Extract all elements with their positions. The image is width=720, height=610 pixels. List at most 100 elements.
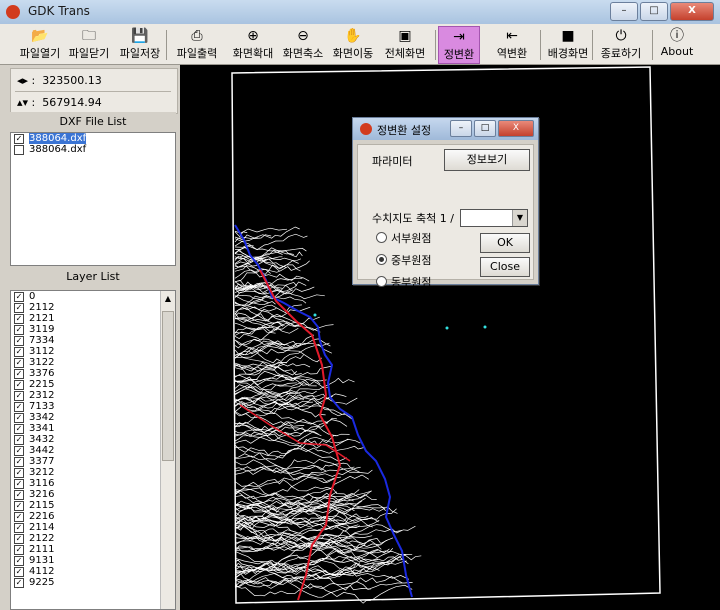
checkbox[interactable]: ✓ bbox=[14, 380, 24, 390]
maximize-button[interactable]: □ bbox=[640, 2, 668, 21]
toolbar-button-label: 파일저장 bbox=[119, 47, 161, 60]
checkbox[interactable]: ✓ bbox=[14, 314, 24, 324]
toolbar-button-2[interactable]: 💾 파일저장 bbox=[115, 26, 165, 62]
layer-item[interactable]: ✓ 2121 bbox=[11, 313, 175, 324]
origin-radio-2[interactable]: 동부원점 bbox=[376, 275, 431, 291]
toolbar-button-0[interactable]: 📂 파일열기 bbox=[18, 26, 62, 62]
checkbox[interactable]: ✓ bbox=[14, 512, 24, 522]
layer-item[interactable]: ✓ 2215 bbox=[11, 379, 175, 390]
toolbar-button-11[interactable]: ⏻ 종료하기 bbox=[597, 26, 645, 62]
layer-item[interactable]: ✓ 2114 bbox=[11, 522, 175, 533]
checkbox[interactable]: ✓ bbox=[14, 457, 24, 467]
layer-item[interactable]: ✓ 9225 bbox=[11, 577, 175, 588]
checkbox[interactable]: ✓ bbox=[14, 468, 24, 478]
checkbox[interactable] bbox=[14, 145, 24, 155]
layer-list-scrollbar[interactable]: ▲ bbox=[160, 291, 175, 609]
dxf-file-list[interactable]: ✓ 388064.dxf 388064.dxf bbox=[10, 132, 176, 266]
toolbar-button-8[interactable]: ⇥ 정변환 bbox=[438, 26, 480, 64]
layer-name: 3342 bbox=[29, 412, 55, 423]
checkbox[interactable]: ✓ bbox=[14, 479, 24, 489]
checkbox[interactable]: ✓ bbox=[14, 292, 24, 302]
checkbox[interactable]: ✓ bbox=[14, 556, 24, 566]
layer-item[interactable]: ✓ 3122 bbox=[11, 357, 175, 368]
layer-item[interactable]: ✓ 7133 bbox=[11, 401, 175, 412]
checkbox[interactable]: ✓ bbox=[14, 336, 24, 346]
toolbar-button-6[interactable]: ✋ 화면이동 bbox=[329, 26, 377, 62]
checkbox[interactable]: ✓ bbox=[14, 578, 24, 588]
layer-item[interactable]: ✓ 3116 bbox=[11, 478, 175, 489]
dialog-maximize-button[interactable]: □ bbox=[474, 120, 496, 137]
layer-item[interactable]: ✓ 2112 bbox=[11, 302, 175, 313]
scale-label: 수치지도 축척 1 / bbox=[372, 212, 454, 225]
info-view-button[interactable]: 정보보기 bbox=[444, 149, 530, 171]
layer-item[interactable]: ✓ 2111 bbox=[11, 544, 175, 555]
layer-item[interactable]: ✓ 3432 bbox=[11, 434, 175, 445]
layer-item[interactable]: ✓ 3119 bbox=[11, 324, 175, 335]
layer-item[interactable]: ✓ 3342 bbox=[11, 412, 175, 423]
toolbar-button-5[interactable]: ⊖ 화면축소 bbox=[279, 26, 327, 62]
layer-item[interactable]: ✓ 3376 bbox=[11, 368, 175, 379]
origin-radio-1[interactable]: 중부원점 bbox=[376, 253, 431, 269]
layer-item[interactable]: ✓ 2115 bbox=[11, 500, 175, 511]
checkbox[interactable]: ✓ bbox=[14, 446, 24, 456]
layer-item[interactable]: ✓ 2216 bbox=[11, 511, 175, 522]
scroll-up-icon[interactable]: ▲ bbox=[162, 292, 174, 306]
layer-item[interactable]: ✓ 3212 bbox=[11, 467, 175, 478]
checkbox[interactable]: ✓ bbox=[14, 567, 24, 577]
checkbox[interactable]: ✓ bbox=[14, 391, 24, 401]
chevron-down-icon[interactable]: ▼ bbox=[512, 210, 527, 226]
toolbar-button-12[interactable]: ⓘ About bbox=[656, 26, 698, 62]
dialog-close-x-button[interactable]: X bbox=[498, 120, 534, 137]
dialog-close-button[interactable]: Close bbox=[480, 257, 530, 277]
full-screen-icon: ▣ bbox=[398, 28, 412, 44]
dxf-file-item[interactable]: ✓ 388064.dxf bbox=[11, 133, 175, 144]
toolbar-button-3[interactable]: ⎙ 파일출력 bbox=[170, 26, 224, 62]
minimize-button[interactable]: – bbox=[610, 2, 638, 21]
toolbar-button-7[interactable]: ▣ 전체화면 bbox=[379, 26, 431, 62]
toolbar-button-9[interactable]: ⇤ 역변환 bbox=[488, 26, 536, 62]
radio-dot[interactable] bbox=[376, 254, 387, 265]
checkbox[interactable]: ✓ bbox=[14, 347, 24, 357]
layer-item[interactable]: ✓ 2312 bbox=[11, 390, 175, 401]
checkbox[interactable]: ✓ bbox=[14, 413, 24, 423]
layer-list[interactable]: ✓ 0 ✓ 2112 ✓ 2121 ✓ 3119 ✓ 7334 ✓ 3112 ✓ 3122 ✓ 3376 ✓ 22… bbox=[10, 290, 176, 610]
checkbox[interactable]: ✓ bbox=[14, 501, 24, 511]
dialog-minimize-button[interactable]: – bbox=[450, 120, 472, 137]
checkbox[interactable]: ✓ bbox=[14, 134, 24, 144]
toolbar-button-label: 화면확대 bbox=[232, 47, 274, 60]
checkbox[interactable]: ✓ bbox=[14, 523, 24, 533]
layer-item[interactable]: ✓ 3377 bbox=[11, 456, 175, 467]
checkbox[interactable]: ✓ bbox=[14, 424, 24, 434]
contour-line bbox=[234, 464, 327, 474]
layer-item[interactable]: ✓ 3341 bbox=[11, 423, 175, 434]
radio-dot[interactable] bbox=[376, 276, 387, 287]
dxf-file-item[interactable]: 388064.dxf bbox=[11, 144, 175, 155]
coordinate-readout: ◂▸ : 323500.13 ▴▾ : 567914.94 bbox=[10, 68, 178, 114]
checkbox[interactable]: ✓ bbox=[14, 303, 24, 313]
layer-item[interactable]: ✓ 3442 bbox=[11, 445, 175, 456]
layer-item[interactable]: ✓ 9131 bbox=[11, 555, 175, 566]
scale-combobox[interactable]: ▼ bbox=[460, 209, 528, 227]
checkbox[interactable]: ✓ bbox=[14, 490, 24, 500]
radio-dot[interactable] bbox=[376, 232, 387, 243]
checkbox[interactable]: ✓ bbox=[14, 325, 24, 335]
layer-item[interactable]: ✓ 2122 bbox=[11, 533, 175, 544]
layer-item[interactable]: ✓ 3216 bbox=[11, 489, 175, 500]
checkbox[interactable]: ✓ bbox=[14, 534, 24, 544]
checkbox[interactable]: ✓ bbox=[14, 435, 24, 445]
checkbox[interactable]: ✓ bbox=[14, 358, 24, 368]
checkbox[interactable]: ✓ bbox=[14, 402, 24, 412]
scroll-thumb[interactable] bbox=[162, 311, 174, 461]
origin-radio-0[interactable]: 서부원점 bbox=[376, 231, 431, 247]
toolbar-button-1[interactable]: 🗀 파일닫기 bbox=[64, 26, 114, 62]
ok-button[interactable]: OK bbox=[480, 233, 530, 253]
checkbox[interactable]: ✓ bbox=[14, 369, 24, 379]
toolbar-button-4[interactable]: ⊕ 화면확대 bbox=[229, 26, 277, 62]
checkbox[interactable]: ✓ bbox=[14, 545, 24, 555]
layer-item[interactable]: ✓ 4112 bbox=[11, 566, 175, 577]
layer-item[interactable]: ✓ 7334 bbox=[11, 335, 175, 346]
close-window-button[interactable]: X bbox=[670, 2, 714, 21]
layer-item[interactable]: ✓ 3112 bbox=[11, 346, 175, 357]
layer-item[interactable]: ✓ 0 bbox=[11, 291, 175, 302]
toolbar-button-10[interactable]: ■ 배경화면 bbox=[543, 26, 593, 62]
